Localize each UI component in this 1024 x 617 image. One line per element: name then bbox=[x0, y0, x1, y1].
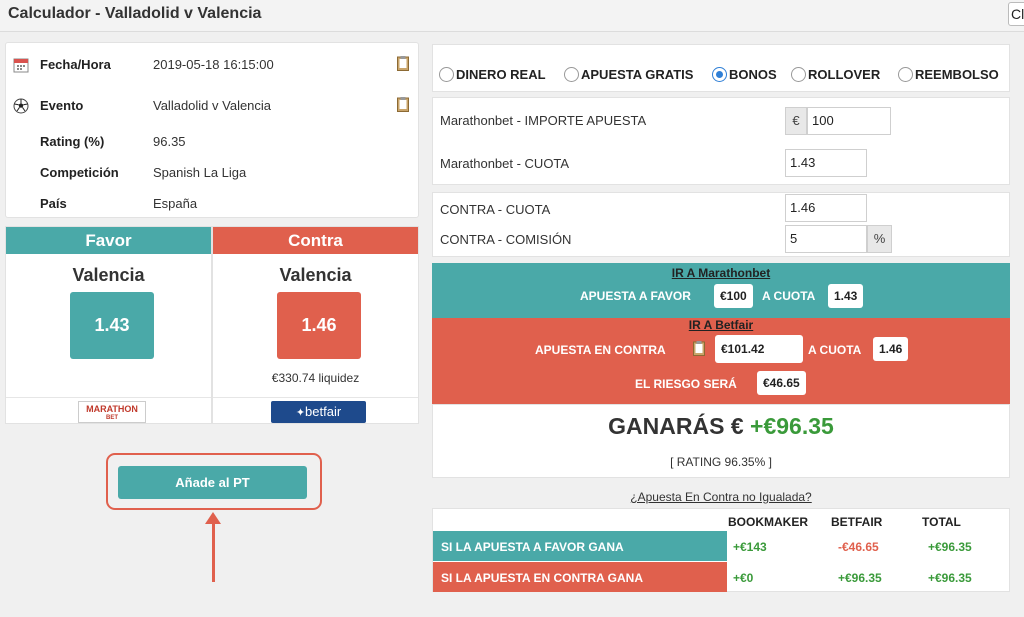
col-header-betfair: BETFAIR bbox=[831, 515, 883, 529]
outcome-table: BOOKMAKER BETFAIR TOTAL SI LA APUESTA A … bbox=[432, 508, 1010, 592]
table-row-label: SI LA APUESTA A FAVOR GANA bbox=[433, 531, 727, 561]
info-row-evento: Evento Valladolid v Valencia bbox=[6, 97, 420, 122]
betfair-star-icon: ✦ bbox=[295, 407, 306, 419]
info-value: Valladolid v Valencia bbox=[153, 98, 272, 113]
contra-team: Valencia bbox=[279, 265, 352, 285]
back-odd-label: Marathonbet - CUOTA bbox=[440, 156, 570, 171]
info-value: 2019-05-18 16:15:00 bbox=[153, 57, 274, 72]
contra-liquidity: €330.74 liquidez bbox=[271, 371, 360, 385]
betfair-logo[interactable]: ✦betfair bbox=[271, 401, 366, 423]
lay-odd-label: A CUOTA bbox=[808, 343, 862, 357]
back-odd-chip: 1.43 bbox=[828, 284, 864, 308]
event-info-card: Fecha/Hora 2019-05-18 16:15:00 Evento Va… bbox=[5, 42, 419, 218]
contra-box: Contra Valencia 1.46 €330.74 liquidez ✦b… bbox=[212, 226, 419, 424]
info-value: Spanish La Liga bbox=[153, 165, 247, 180]
mode-selector: DINERO REAL APUESTA GRATIS BONOS ROLLOVE… bbox=[432, 44, 1010, 92]
radio-dot[interactable] bbox=[791, 67, 806, 82]
radio-label: DINERO REAL bbox=[456, 67, 546, 82]
profit-text: GANARÁS € +€96.35 bbox=[433, 413, 1009, 440]
rating-line: [ RATING 96.35% ] bbox=[670, 455, 772, 469]
favor-header: Favor bbox=[6, 227, 211, 254]
table-cell: +€0 bbox=[733, 571, 754, 585]
radio-label: BONOS bbox=[729, 67, 777, 82]
back-stake-label: APUESTA A FAVOR bbox=[580, 289, 691, 303]
marathonbet-logo-sub: BET bbox=[106, 415, 118, 421]
commission-label: CONTRA - COMISIÓN bbox=[440, 232, 572, 247]
stake-label: Marathonbet - IMPORTE APUESTA bbox=[440, 113, 647, 128]
favor-odd[interactable]: 1.43 bbox=[70, 292, 154, 359]
info-label: Competición bbox=[40, 165, 119, 180]
radio-dot[interactable] bbox=[439, 67, 454, 82]
risk-label: EL RIESGO SERÁ bbox=[635, 377, 737, 391]
favor-team: Valencia bbox=[72, 265, 145, 285]
copy-icon[interactable] bbox=[693, 341, 705, 356]
close-button[interactable]: Cl bbox=[1008, 2, 1024, 26]
marathonbet-logo-text: MARATHON bbox=[86, 404, 138, 414]
betfair-logo-text: betfair bbox=[305, 404, 342, 419]
info-row-fecha: Fecha/Hora 2019-05-18 16:15:00 bbox=[6, 56, 420, 81]
lay-result-band: IR A Betfair APUESTA EN CONTRA €101.42 A… bbox=[432, 318, 1010, 404]
back-result-band: IR A Marathonbet APUESTA A FAVOR €100 A … bbox=[432, 263, 1010, 318]
radio-label: APUESTA GRATIS bbox=[581, 67, 694, 82]
commission-input[interactable]: 5 bbox=[785, 225, 867, 253]
copy-icon[interactable] bbox=[397, 56, 409, 71]
table-cell: +€96.35 bbox=[928, 540, 972, 554]
lay-odd-input[interactable]: 1.46 bbox=[785, 194, 867, 222]
back-bet-panel: Marathonbet - IMPORTE APUESTA € 100 Mara… bbox=[432, 97, 1010, 185]
window-title: Calculador - Valladolid v Valencia bbox=[8, 5, 262, 22]
radio-label: REEMBOLSO bbox=[915, 67, 999, 82]
info-label: Fecha/Hora bbox=[40, 57, 111, 72]
unmatched-lay-link[interactable]: ¿Apuesta En Contra no Igualada? bbox=[432, 490, 1010, 504]
currency-addon: € bbox=[785, 107, 807, 135]
table-row-label: SI LA APUESTA EN CONTRA GANA bbox=[433, 562, 727, 592]
info-label: Evento bbox=[40, 98, 84, 113]
profit-amount: +€96.35 bbox=[750, 413, 834, 439]
radio-label: ROLLOVER bbox=[808, 67, 881, 82]
radio-dot[interactable] bbox=[564, 67, 579, 82]
info-row-rating: Rating (%) 96.35 bbox=[6, 134, 420, 158]
stake-input[interactable]: 100 bbox=[807, 107, 891, 135]
info-value: 96.35 bbox=[153, 134, 186, 149]
go-to-marathonbet-link[interactable]: IR A Marathonbet bbox=[432, 266, 1010, 280]
lay-stake-chip: €101.42 bbox=[715, 335, 803, 363]
profit-label: GANARÁS € bbox=[608, 413, 744, 439]
col-header-total: TOTAL bbox=[922, 515, 961, 529]
favor-box: Favor Valencia 1.43 MARATHON BET bbox=[5, 226, 212, 424]
calendar-icon bbox=[13, 58, 29, 73]
marathonbet-logo[interactable]: MARATHON BET bbox=[78, 401, 146, 423]
contra-odd[interactable]: 1.46 bbox=[277, 292, 361, 359]
bookmaker-logo-area: MARATHON BET bbox=[6, 397, 211, 425]
back-stake-chip: €100 bbox=[714, 284, 753, 308]
back-odd-label: A CUOTA bbox=[762, 289, 816, 303]
arrow-shaft bbox=[212, 522, 215, 582]
lay-bet-panel: CONTRA - CUOTA 1.46 CONTRA - COMISIÓN 5 … bbox=[432, 192, 1010, 257]
lay-stake-label: APUESTA EN CONTRA bbox=[535, 343, 666, 357]
exchange-logo-area: ✦betfair bbox=[213, 397, 418, 425]
table-cell: +€143 bbox=[733, 540, 767, 554]
go-to-betfair-link[interactable]: IR A Betfair bbox=[432, 318, 1010, 332]
lay-odd-chip: 1.46 bbox=[873, 337, 909, 361]
back-odd-input[interactable]: 1.43 bbox=[785, 149, 867, 177]
title-bar: Calculador - Valladolid v Valencia Cl bbox=[0, 0, 1024, 32]
radio-dot-selected[interactable] bbox=[712, 67, 727, 82]
radio-dot[interactable] bbox=[898, 67, 913, 82]
table-cell: +€96.35 bbox=[838, 571, 882, 585]
table-cell: -€46.65 bbox=[838, 540, 879, 554]
profit-summary: GANARÁS € +€96.35 [ RATING 96.35% ] bbox=[432, 404, 1010, 478]
copy-icon[interactable] bbox=[397, 97, 409, 112]
soccer-ball-icon bbox=[13, 98, 29, 114]
table-cell: +€96.35 bbox=[928, 571, 972, 585]
contra-header: Contra bbox=[213, 227, 418, 254]
add-to-pt-button[interactable]: Añade al PT bbox=[118, 466, 307, 499]
info-label: País bbox=[40, 196, 67, 211]
lay-odd-label: CONTRA - CUOTA bbox=[440, 202, 551, 217]
risk-chip: €46.65 bbox=[757, 371, 806, 395]
info-value: España bbox=[153, 196, 198, 211]
col-header-bookmaker: BOOKMAKER bbox=[728, 515, 808, 529]
info-row-competicion: Competición Spanish La Liga bbox=[6, 165, 420, 189]
info-label: Rating (%) bbox=[40, 134, 105, 149]
percent-addon: % bbox=[867, 225, 892, 253]
info-row-pais: País España bbox=[6, 196, 420, 220]
